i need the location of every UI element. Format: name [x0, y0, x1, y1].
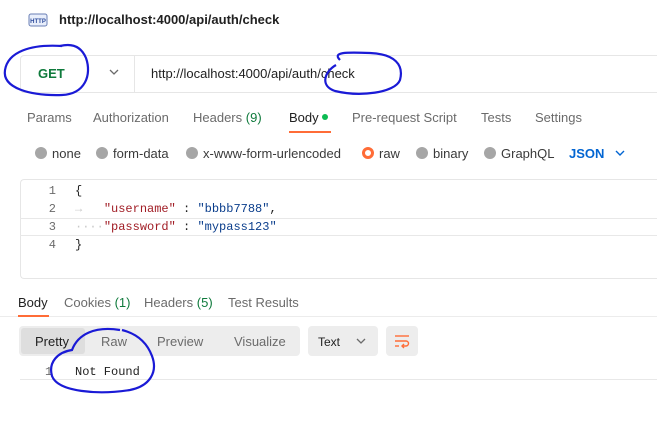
radio-label-urlencoded[interactable]: x-www-form-urlencoded: [203, 146, 341, 161]
svg-text:HTTP: HTTP: [30, 19, 46, 25]
radio-none[interactable]: [35, 147, 47, 159]
code-line: }: [75, 238, 83, 252]
view-preview[interactable]: Preview: [157, 334, 203, 349]
tab-pre-request-script[interactable]: Pre-request Script: [352, 110, 457, 125]
radio-label-graphql[interactable]: GraphQL: [501, 146, 554, 161]
view-pretty[interactable]: Pretty: [35, 334, 69, 349]
tab-tests[interactable]: Tests: [481, 110, 511, 125]
active-tab-indicator: [289, 131, 331, 133]
line-number: 1: [48, 184, 56, 198]
tab-body[interactable]: Body: [289, 110, 319, 125]
tab-params[interactable]: Params: [27, 110, 72, 125]
radio-label-none[interactable]: none: [52, 146, 81, 161]
response-format-label[interactable]: Text: [318, 335, 340, 349]
view-raw[interactable]: Raw: [101, 334, 127, 349]
line-number: 1: [45, 365, 53, 379]
radio-binary[interactable]: [416, 147, 428, 159]
radio-graphql[interactable]: [484, 147, 496, 159]
chevron-down-icon[interactable]: [354, 334, 368, 348]
active-response-tab-indicator: [18, 315, 49, 317]
tab-headers[interactable]: Headers (9): [193, 110, 262, 125]
response-divider: [0, 316, 657, 317]
code-line: ····"password" : "mypass123": [75, 220, 277, 234]
response-tab-cookies[interactable]: Cookies (1): [64, 295, 130, 310]
radio-label-raw[interactable]: raw: [379, 146, 400, 161]
response-tab-headers[interactable]: Headers (5): [144, 295, 213, 310]
line-number: 2: [48, 202, 56, 216]
method-select[interactable]: GET: [38, 66, 65, 81]
code-line: → "username" : "bbbb7788",: [75, 202, 277, 216]
wrap-lines-icon[interactable]: [393, 333, 411, 349]
view-visualize[interactable]: Visualize: [234, 334, 286, 349]
response-body-text: Not Found: [75, 365, 140, 379]
line-number: 4: [48, 238, 56, 252]
tab-settings[interactable]: Settings: [535, 110, 582, 125]
radio-label-form-data[interactable]: form-data: [113, 146, 169, 161]
radio-label-binary[interactable]: binary: [433, 146, 468, 161]
chevron-down-icon[interactable]: [613, 146, 627, 160]
body-modified-dot: [322, 114, 328, 120]
url-input[interactable]: http://localhost:4000/api/auth/check: [151, 66, 355, 81]
radio-form-data[interactable]: [96, 147, 108, 159]
radio-raw[interactable]: [362, 147, 374, 159]
method-url-divider: [134, 56, 135, 92]
code-line: {: [75, 184, 83, 198]
chevron-down-icon[interactable]: [107, 65, 121, 79]
http-request-icon: HTTP: [28, 13, 48, 27]
tab-authorization[interactable]: Authorization: [93, 110, 169, 125]
format-select[interactable]: JSON: [569, 146, 604, 161]
response-tab-test-results[interactable]: Test Results: [228, 295, 299, 310]
response-tab-body[interactable]: Body: [18, 295, 48, 310]
radio-urlencoded[interactable]: [186, 147, 198, 159]
request-title: http://localhost:4000/api/auth/check: [59, 12, 280, 27]
line-number: 3: [48, 220, 56, 234]
